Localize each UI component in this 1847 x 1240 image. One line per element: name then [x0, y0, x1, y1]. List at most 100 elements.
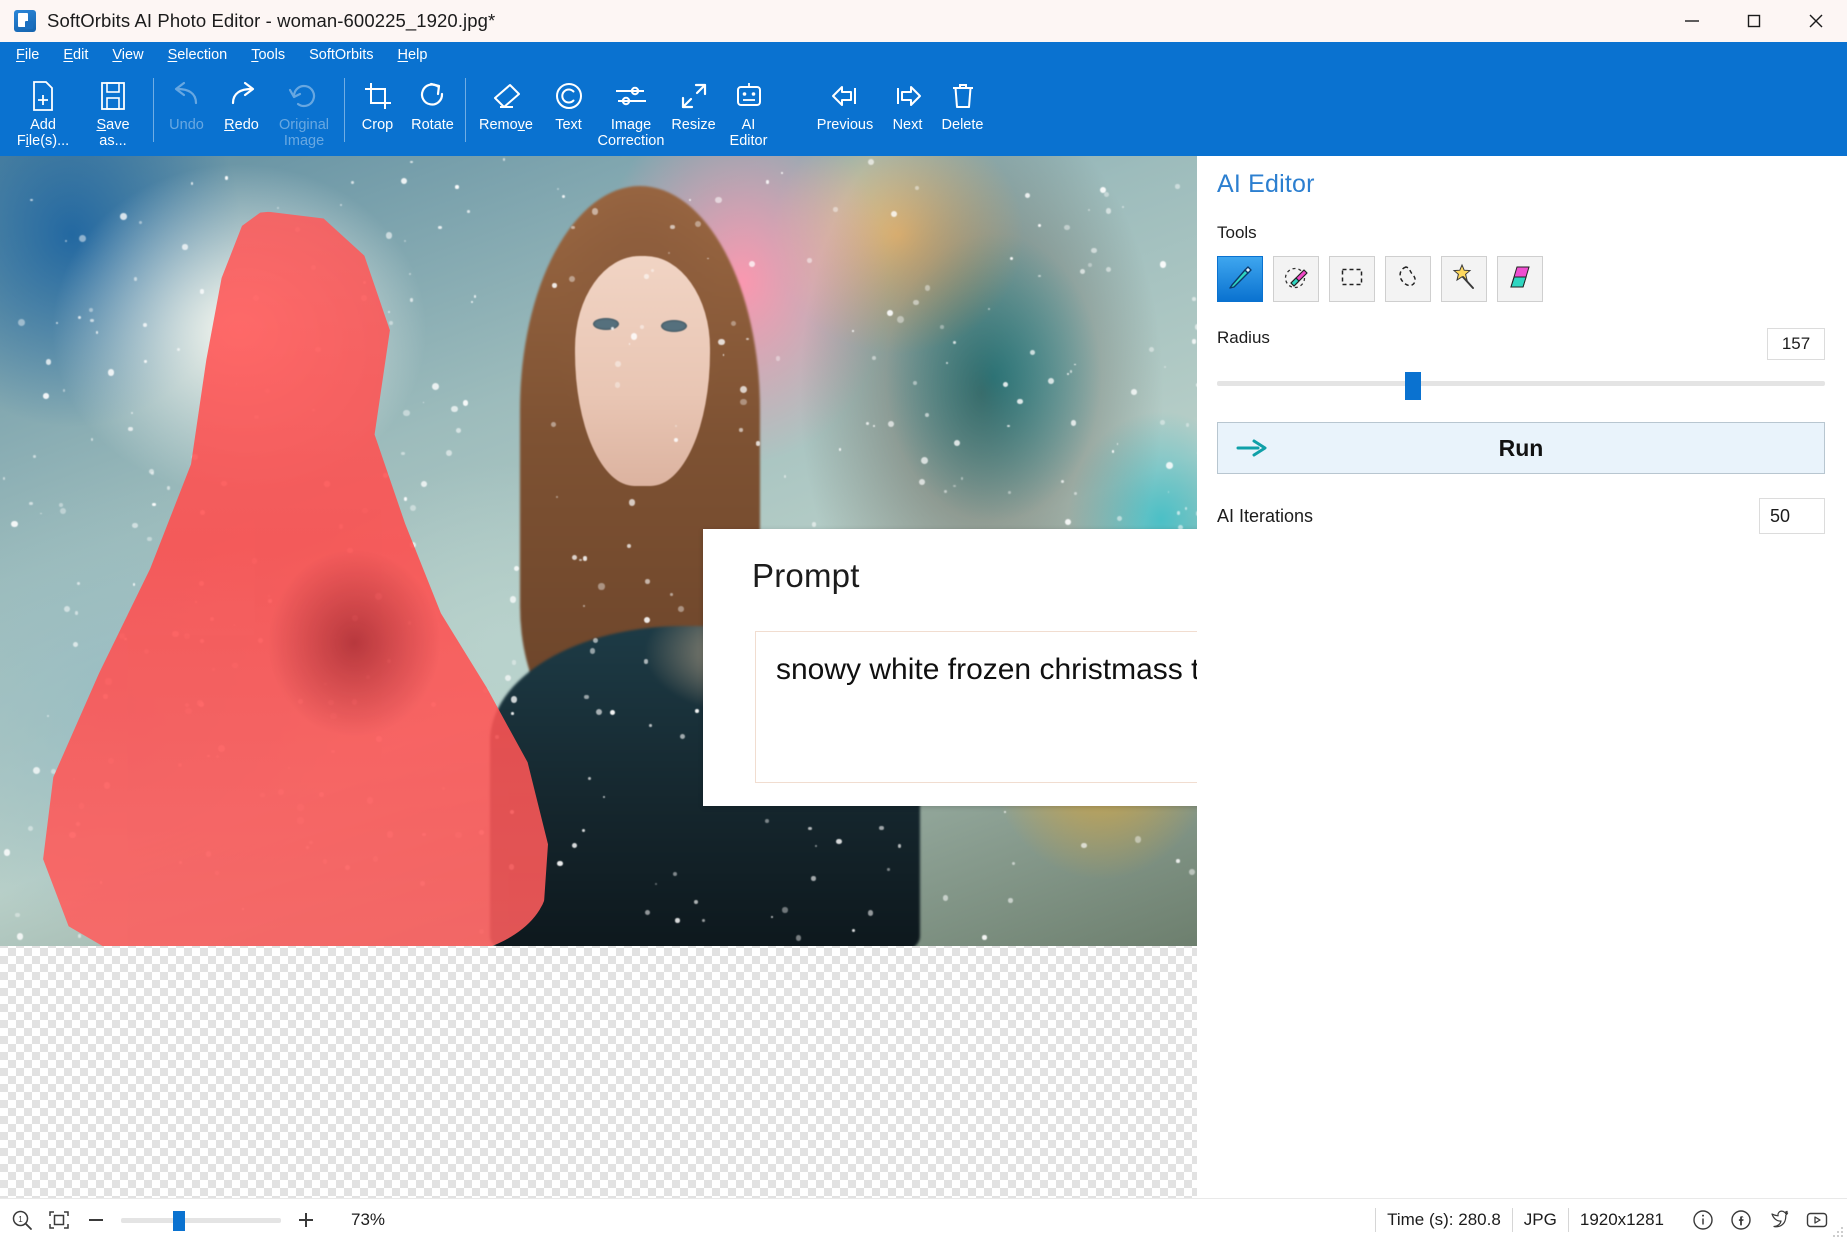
next-arrow-icon [892, 76, 924, 116]
status-icon-group [1675, 1208, 1837, 1232]
resize-grip[interactable] [1831, 1225, 1843, 1237]
menu-selection[interactable]: Selection [168, 42, 228, 68]
marker-icon [1226, 263, 1254, 296]
original-image-icon [288, 76, 320, 116]
tool-magic-wand[interactable] [1441, 256, 1487, 302]
toolbar-undo[interactable]: Undo [159, 68, 214, 156]
save-icon [99, 76, 127, 116]
menu-tools[interactable]: Tools [251, 42, 285, 68]
subject-eye-right [661, 320, 687, 332]
status-dimensions: 1920x1281 [1567, 1207, 1675, 1232]
trash-icon [949, 76, 977, 116]
iterations-input[interactable]: 50 [1759, 498, 1825, 534]
toolbar-remove[interactable]: Remove [471, 68, 541, 156]
eraser-circle-icon [1282, 263, 1310, 296]
fit-to-window-icon[interactable] [47, 1208, 71, 1232]
tools-label: Tools [1217, 223, 1257, 242]
iterations-label: AI Iterations [1217, 505, 1314, 526]
prompt-input-box[interactable]: snowy white frozen christmass tree [755, 631, 1197, 783]
toolbar-separator-3 [465, 78, 466, 142]
toolbar-next-label: Next [892, 117, 923, 133]
parallelogram-icon [1506, 263, 1534, 296]
prompt-dialog-title: Prompt [752, 557, 860, 594]
menu-edit[interactable]: Edit [63, 42, 88, 68]
redo-icon [225, 76, 259, 116]
svg-text:1: 1 [18, 1215, 23, 1224]
toolbar-remove-label: Remove [478, 117, 533, 133]
radius-label: Radius [1217, 328, 1270, 347]
minimize-button[interactable] [1661, 0, 1723, 42]
tool-marker[interactable] [1217, 256, 1263, 302]
tool-eraser[interactable] [1273, 256, 1319, 302]
radius-value-input[interactable]: 157 [1767, 328, 1825, 360]
info-icon[interactable] [1691, 1208, 1715, 1232]
copyright-icon [554, 76, 584, 116]
zoom-1-1-icon[interactable]: 1 [10, 1208, 34, 1232]
toolbar-resize[interactable]: Resize [666, 68, 721, 156]
toolbar-redo-label: Redo [224, 117, 259, 133]
toolbar-rotate[interactable]: Rotate [405, 68, 460, 156]
radius-slider-thumb[interactable] [1405, 372, 1422, 400]
lasso-icon [1394, 263, 1422, 296]
toolbar-rotate-label: Rotate [411, 117, 454, 133]
twitter-icon[interactable] [1767, 1208, 1791, 1232]
toolbar-original-image[interactable]: Original Image [269, 68, 339, 156]
toolbar-ai-editor-label: AI Editor [729, 117, 768, 149]
toolbar-text[interactable]: Text [541, 68, 596, 156]
tool-rectangle-select[interactable] [1329, 256, 1375, 302]
toolbar-separator-1 [153, 78, 154, 142]
menu-file[interactable]: File [16, 42, 39, 68]
window-controls [1661, 0, 1847, 42]
zoom-slider-thumb[interactable] [173, 1210, 185, 1231]
menu-softorbits[interactable]: SoftOrbits [309, 42, 373, 68]
toolbar-ai-editor[interactable]: AI Editor [721, 68, 776, 156]
iterations-row: AI Iterations 50 [1217, 498, 1825, 534]
toolbar-gap [776, 68, 810, 156]
toolbar-previous-label: Previous [816, 117, 874, 133]
title-bar: SoftOrbits AI Photo Editor - woman-60022… [0, 0, 1847, 42]
menu-view[interactable]: View [112, 42, 143, 68]
crop-icon [363, 76, 393, 116]
rectangle-select-icon [1338, 263, 1366, 296]
tools-row [1217, 256, 1825, 302]
toolbar-add-files-label: Add File(s)... [16, 117, 70, 149]
previous-arrow-icon [829, 76, 861, 116]
prompt-input[interactable]: snowy white frozen christmass tree [756, 632, 1197, 782]
maximize-button[interactable] [1723, 0, 1785, 42]
toolbar-save-as-label: Save as... [96, 117, 130, 149]
toolbar-redo[interactable]: Redo [214, 68, 269, 156]
toolbar-delete[interactable]: Delete [935, 68, 990, 156]
toolbar-save-as[interactable]: Save as... [78, 68, 148, 156]
application-window: SoftOrbits AI Photo Editor - woman-60022… [0, 0, 1847, 1240]
run-button[interactable]: Run [1217, 422, 1825, 474]
menu-bar: File Edit View Selection Tools SoftOrbit… [0, 42, 1847, 68]
toolbar-previous[interactable]: Previous [810, 68, 880, 156]
zoom-out-button[interactable] [84, 1208, 108, 1232]
sliders-icon [614, 76, 648, 116]
toolbar-image-correction-label: Image Correction [597, 117, 665, 149]
toolbar-add-files[interactable]: Add File(s)... [8, 68, 78, 156]
toolbar-image-correction[interactable]: Image Correction [596, 68, 666, 156]
tool-lasso-select[interactable] [1385, 256, 1431, 302]
rotate-icon [418, 76, 448, 116]
ai-editor-panel: AI Editor Tools Radius 157 Run AI Iterat… [1197, 156, 1847, 1198]
close-button[interactable] [1785, 0, 1847, 42]
subject-face [575, 256, 710, 486]
panel-title: AI Editor [1217, 170, 1315, 198]
undo-icon [170, 76, 204, 116]
youtube-icon[interactable] [1805, 1208, 1829, 1232]
status-time: Time (s): 280.8 [1375, 1207, 1512, 1232]
app-logo-icon [14, 10, 36, 32]
zoom-in-button[interactable] [294, 1208, 318, 1232]
magic-wand-icon [1450, 263, 1478, 296]
radius-slider[interactable] [1217, 372, 1825, 400]
tool-gradient[interactable] [1497, 256, 1543, 302]
zoom-slider[interactable] [121, 1210, 281, 1231]
toolbar-next[interactable]: Next [880, 68, 935, 156]
image-canvas[interactable]: Prompt snowy white frozen christmass tre… [0, 156, 1197, 1198]
menu-help[interactable]: Help [398, 42, 428, 68]
work-area: Prompt snowy white frozen christmass tre… [0, 156, 1847, 1198]
toolbar-crop[interactable]: Crop [350, 68, 405, 156]
facebook-icon[interactable] [1729, 1208, 1753, 1232]
radius-slider-track [1217, 381, 1825, 386]
